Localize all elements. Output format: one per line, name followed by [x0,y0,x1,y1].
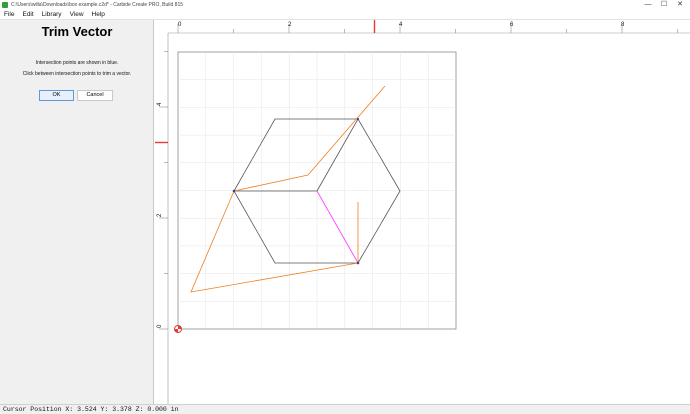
intersection-point [232,189,236,193]
intersection-point [356,117,360,121]
help-text-intersections: Intersection points are shown in blue. [35,60,119,66]
window-title: C:\Users\willa\Downloads\box example.c2d… [11,1,184,8]
top-ruler[interactable] [155,20,690,33]
minimize-button[interactable]: — [640,0,656,9]
help-text-trim: Click between intersection points to tri… [22,71,132,77]
menu-bar: File Edit Library View Help [0,9,690,20]
origin-icon [174,325,182,333]
design-canvas-area[interactable]: 0 2 4 6 8 4 2 0 [155,20,690,404]
app-icon [2,1,8,8]
ok-button[interactable]: OK [39,90,74,101]
menu-file[interactable]: File [0,11,18,18]
cursor-position-readout: Cursor Position X: 3.524 Y: 3.378 Z: 0.0… [3,406,179,413]
trim-vector-panel: Trim Vector Intersection points are show… [0,20,154,404]
status-bar: Cursor Position X: 3.524 Y: 3.378 Z: 0.0… [0,404,690,414]
canvas-svg[interactable]: 0 2 4 6 8 4 2 0 [155,20,690,404]
intersection-point [356,261,360,265]
menu-view[interactable]: View [66,11,88,18]
menu-edit[interactable]: Edit [18,11,37,18]
title-bar: C:\Users\willa\Downloads\box example.c2d… [0,0,690,9]
window-controls: — ☐ ✕ [640,0,688,9]
menu-library[interactable]: Library [38,11,66,18]
maximize-button[interactable]: ☐ [656,0,672,9]
left-ruler[interactable] [155,20,168,404]
panel-title: Trim Vector [41,24,113,39]
cancel-button[interactable]: Cancel [77,90,113,101]
menu-help[interactable]: Help [88,11,109,18]
close-button[interactable]: ✕ [672,0,688,9]
